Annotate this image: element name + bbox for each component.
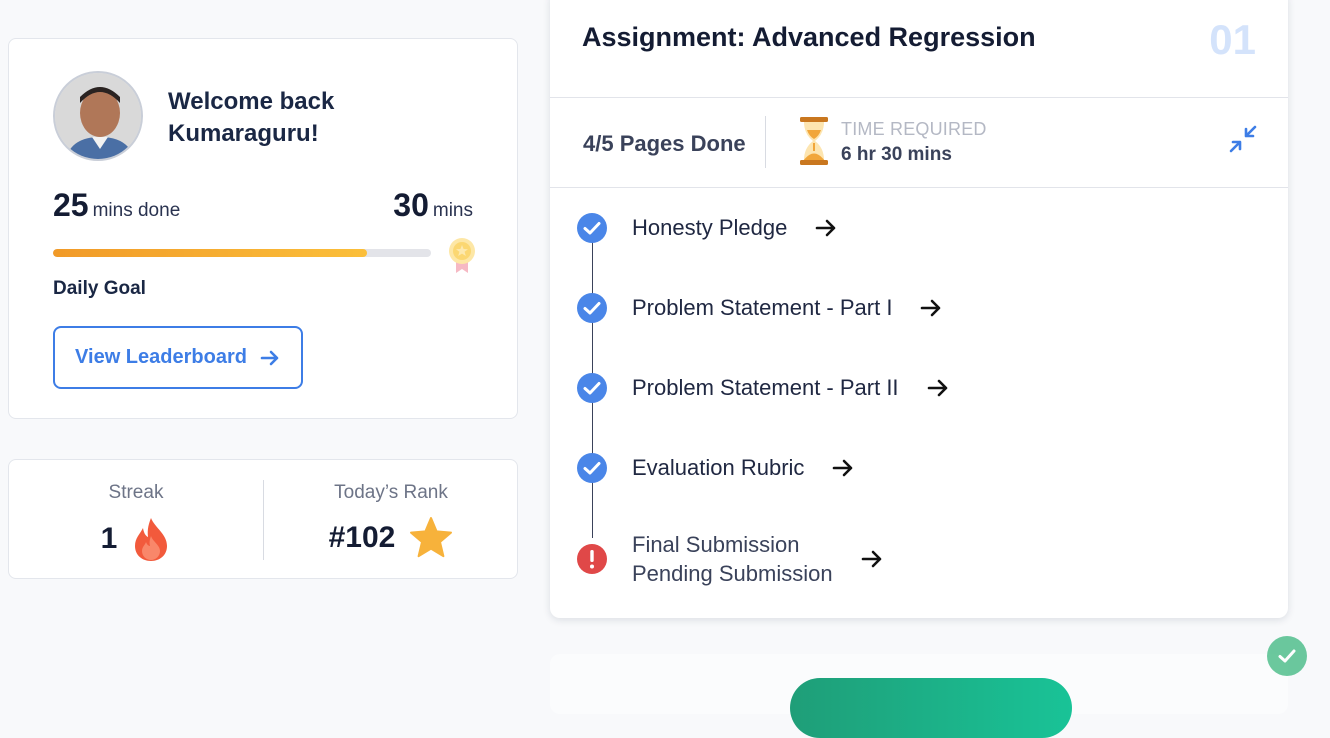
view-leaderboard-button[interactable]: View Leaderboard bbox=[53, 326, 303, 389]
step-honesty-pledge[interactable]: Honesty Pledge bbox=[576, 212, 837, 244]
arrow-right-icon[interactable] bbox=[861, 548, 883, 570]
mins-goal-value: 30 bbox=[393, 187, 429, 223]
streak-value: 1 bbox=[100, 522, 118, 555]
stats-card: Streak 1 Today’s Rank #102 bbox=[8, 459, 518, 579]
step-status: Pending Submission bbox=[632, 561, 833, 586]
step-label: Honesty Pledge bbox=[632, 215, 788, 240]
welcome-card: Welcome back Kumaraguru! 25 mins done 30 m… bbox=[8, 38, 518, 419]
step-evaluation-rubric[interactable]: Evaluation Rubric bbox=[576, 452, 854, 484]
mins-goal-unit: mins bbox=[432, 200, 473, 221]
mins-done-unit: mins done bbox=[92, 200, 181, 221]
divider bbox=[550, 97, 1288, 98]
mins-done-value: 25 bbox=[53, 187, 89, 223]
collapse-icon[interactable] bbox=[1228, 124, 1258, 154]
streak-stat: Streak 1 bbox=[9, 460, 263, 580]
rank-label: Today’s Rank bbox=[334, 482, 448, 503]
divider bbox=[550, 187, 1288, 188]
daily-goal-progress bbox=[53, 249, 431, 257]
step-problem-statement-part-2[interactable]: Problem Statement - Part II bbox=[576, 372, 949, 404]
medal-icon bbox=[449, 238, 475, 273]
check-icon bbox=[1267, 636, 1307, 676]
progress-fill bbox=[53, 249, 367, 257]
alert-circle-icon bbox=[577, 544, 607, 574]
assignment-card: Assignment: Advanced Regression 01 4/5 P… bbox=[550, 0, 1288, 618]
user-name: Kumaraguru! bbox=[168, 120, 319, 147]
step-title: Final Submission bbox=[632, 532, 800, 557]
rank-stat: Today’s Rank #102 bbox=[264, 460, 518, 580]
step-label: Problem Statement - Part I bbox=[632, 295, 893, 320]
star-icon bbox=[410, 517, 453, 558]
time-required-label: TIME REQUIRED bbox=[841, 119, 987, 139]
view-leaderboard-label: View Leaderboard bbox=[75, 346, 247, 368]
hourglass-icon bbox=[800, 117, 828, 165]
mins-done: 25 mins done bbox=[53, 187, 180, 224]
step-label: Final Submission Pending Submission bbox=[632, 530, 833, 588]
check-circle-icon bbox=[577, 213, 607, 243]
mins-goal: 30 mins bbox=[393, 187, 473, 224]
check-circle-icon bbox=[577, 453, 607, 483]
daily-goal-label: Daily Goal bbox=[53, 278, 146, 299]
next-card bbox=[550, 654, 1288, 738]
check-circle-icon bbox=[577, 373, 607, 403]
rank-value: #102 bbox=[328, 521, 396, 554]
streak-label: Streak bbox=[108, 482, 164, 503]
avatar bbox=[53, 71, 143, 161]
primary-action-button[interactable] bbox=[790, 678, 1072, 738]
assignment-number: 01 bbox=[1209, 16, 1256, 63]
arrow-right-icon[interactable] bbox=[832, 457, 854, 479]
pages-done: 4/5 Pages Done bbox=[583, 131, 746, 156]
arrow-right-icon[interactable] bbox=[920, 297, 942, 319]
greeting-text: Welcome back bbox=[168, 88, 335, 115]
time-required-value: 6 hr 30 mins bbox=[841, 144, 952, 165]
assignment-title: Assignment: Advanced Regression bbox=[582, 22, 1036, 52]
divider bbox=[765, 116, 766, 168]
arrow-right-icon[interactable] bbox=[927, 377, 949, 399]
step-label: Problem Statement - Part II bbox=[632, 375, 899, 400]
step-problem-statement-part-1[interactable]: Problem Statement - Part I bbox=[576, 292, 942, 324]
step-final-submission[interactable]: Final Submission Pending Submission bbox=[576, 530, 883, 588]
arrow-right-icon[interactable] bbox=[815, 217, 837, 239]
check-circle-icon bbox=[577, 293, 607, 323]
welcome-message: Welcome back Kumaraguru! bbox=[168, 86, 428, 150]
fire-icon bbox=[135, 518, 168, 561]
step-label: Evaluation Rubric bbox=[632, 455, 805, 480]
arrow-right-icon bbox=[260, 350, 279, 365]
